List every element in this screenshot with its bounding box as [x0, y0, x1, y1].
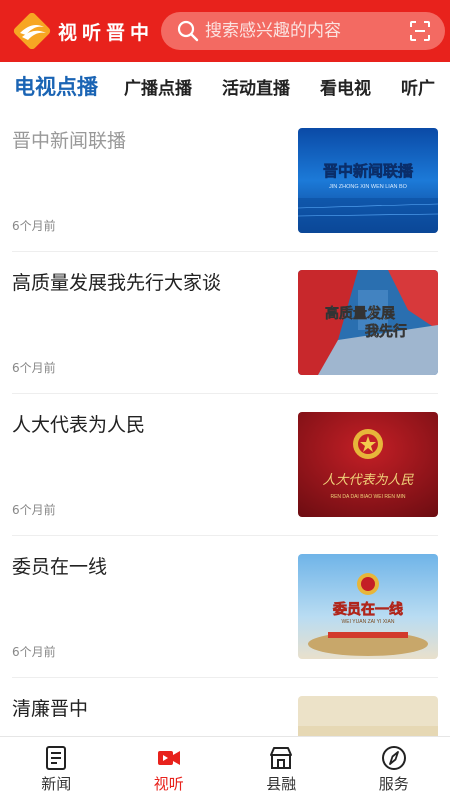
logo-icon	[13, 13, 51, 49]
search-input[interactable]	[205, 21, 405, 41]
thumb-title: 人大代表为人民	[322, 473, 414, 488]
nav-service[interactable]: 服务	[338, 737, 450, 800]
program-list: 晋中新闻联播 6个月前 晋中新闻联播 JIN ZHONG XIN WEN LIA…	[0, 110, 450, 736]
thumbnail[interactable]: 高质量发展 我先行	[298, 270, 438, 375]
list-item[interactable]: 晋中新闻联播 6个月前 晋中新闻联播 JIN ZHONG XIN WEN LIA…	[12, 110, 438, 252]
tab-watch-tv[interactable]: 看电视	[320, 74, 371, 99]
app-header: 视听晋中	[0, 0, 450, 62]
item-title: 清廉晋中	[12, 698, 89, 720]
item-title: 委员在一线	[12, 556, 108, 578]
list-item[interactable]: 人大代表为人民 6个月前 人大代表为人民 REN DA DAI BIAO WEI…	[12, 394, 438, 536]
nav-label: 视听	[153, 775, 184, 793]
app-logo[interactable]: 视听晋中	[12, 13, 154, 49]
category-tabs: 电视点播 广播点播 活动直播 看电视 听广	[0, 62, 450, 110]
item-time: 6个月前	[12, 503, 56, 517]
item-title: 高质量发展我先行大家谈	[12, 272, 222, 294]
thumb-subtitle: REN DA DAI BIAO WEI REN MIN	[330, 494, 405, 500]
search-icon	[177, 20, 199, 42]
news-icon	[46, 746, 67, 770]
nav-label: 新闻	[41, 775, 72, 793]
item-title: 人大代表为人民	[12, 414, 146, 436]
thumb-line1: 高质量发展	[325, 305, 395, 321]
thumbnail[interactable]	[298, 696, 438, 736]
search-bar[interactable]	[161, 12, 445, 50]
thumbnail[interactable]: 晋中新闻联播 JIN ZHONG XIN WEN LIAN BO	[298, 128, 438, 233]
nav-label: 县融	[266, 775, 297, 793]
list-item[interactable]: 委员在一线 6个月前 委员在一线 WEI YUAN ZAI YI XIAN	[12, 536, 438, 678]
thumb-subtitle: JIN ZHONG XIN WEN LIAN BO	[329, 184, 408, 190]
tab-radio-vod[interactable]: 广播点播	[124, 74, 192, 99]
item-time: 6个月前	[12, 645, 56, 659]
nav-county[interactable]: 县融	[225, 737, 338, 800]
list-item[interactable]: 高质量发展我先行大家谈 6个月前 高质量发展 我先行	[12, 252, 438, 394]
tab-tv-vod[interactable]: 电视点播	[14, 71, 98, 101]
nav-news[interactable]: 新闻	[0, 737, 113, 800]
video-icon	[157, 751, 180, 765]
thumb-title: 晋中新闻联播	[323, 162, 414, 180]
item-time: 6个月前	[12, 219, 56, 233]
tab-listen-radio[interactable]: 听广	[401, 74, 435, 99]
compass-icon	[381, 746, 406, 770]
item-title: 晋中新闻联播	[12, 130, 127, 152]
thumb-subtitle: WEI YUAN ZAI YI XIAN	[342, 619, 395, 625]
nav-label: 服务	[378, 775, 409, 793]
list-item[interactable]: 清廉晋中	[12, 678, 438, 736]
thumbnail[interactable]: 人大代表为人民 REN DA DAI BIAO WEI REN MIN	[298, 412, 438, 517]
thumbnail[interactable]: 委员在一线 WEI YUAN ZAI YI XIAN	[298, 554, 438, 659]
scan-icon[interactable]	[409, 20, 431, 42]
item-time: 6个月前	[12, 361, 56, 375]
thumb-line2: 我先行	[365, 323, 407, 339]
logo-text: 视听晋中	[58, 21, 155, 44]
bottom-nav: 新闻 视听 县融 服务	[0, 736, 450, 800]
nav-video[interactable]: 视听	[113, 737, 226, 800]
county-icon	[270, 747, 293, 769]
tab-live-events[interactable]: 活动直播	[222, 74, 290, 99]
thumb-title: 委员在一线	[332, 601, 403, 617]
